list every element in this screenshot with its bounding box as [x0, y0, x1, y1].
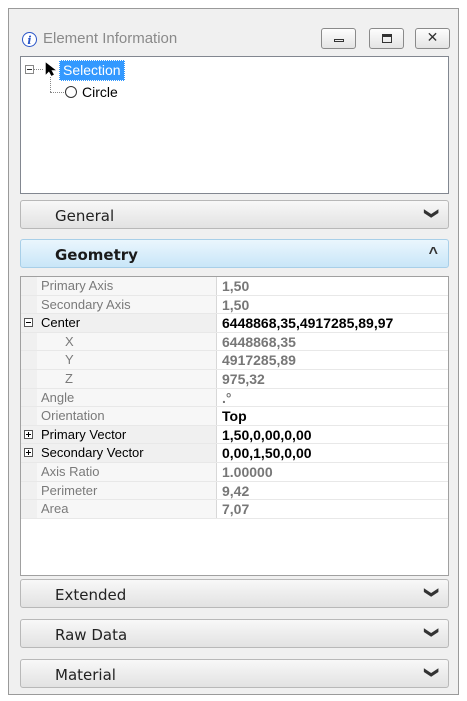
row-gutter: [21, 369, 37, 388]
property-value: 975,32: [222, 370, 265, 387]
collapse-icon[interactable]: [25, 65, 34, 74]
collapse-icon[interactable]: [24, 318, 33, 328]
property-row[interactable]: Axis Ratio 1.00000: [21, 462, 448, 482]
tree-item-circle[interactable]: Circle: [82, 84, 118, 100]
property-row[interactable]: Primary Vector 1,50,0,00,0,00: [21, 425, 448, 445]
tree-connector: [34, 69, 43, 70]
property-value: 6448868,35: [222, 333, 296, 350]
section-label: General: [55, 207, 115, 225]
property-name: Center: [37, 314, 217, 332]
minimize-icon: [334, 39, 344, 42]
property-row[interactable]: Orientation Top: [21, 407, 448, 426]
close-button[interactable]: ✕: [415, 28, 450, 49]
property-value: 7,07: [222, 501, 250, 518]
section-extended[interactable]: Extended ❯: [20, 579, 449, 608]
circle-icon: [65, 86, 77, 98]
property-name: X: [37, 332, 217, 351]
property-value: 4917285,89: [222, 352, 296, 369]
row-gutter: [21, 314, 37, 332]
row-gutter: [21, 332, 37, 351]
row-gutter: [21, 277, 37, 295]
property-name: Perimeter: [37, 481, 217, 500]
info-icon: i: [22, 32, 37, 47]
section-material[interactable]: Material ❯: [20, 659, 449, 688]
property-value: 1,50: [222, 278, 250, 294]
property-row[interactable]: Center 6448868,35,4917285,89,97: [21, 314, 448, 333]
title-bar[interactable]: i Element Information ✕: [9, 9, 458, 55]
section-label: Geometry: [55, 246, 138, 264]
property-grid: Primary Axis 1,50 Secondary Axis 1,50 Ce…: [20, 276, 449, 576]
property-name: Z: [37, 369, 217, 388]
minimize-button[interactable]: [321, 28, 356, 49]
section-label: Raw Data: [55, 626, 128, 644]
property-value: 1,50: [222, 296, 250, 313]
tree-connector: [50, 77, 51, 92]
section-label: Material: [55, 666, 116, 684]
section-general[interactable]: General ❯: [20, 200, 449, 229]
property-row[interactable]: X 6448868,35: [21, 332, 448, 352]
window-title: Element Information: [43, 30, 178, 47]
property-value: 1,50,0,00,0,00: [222, 426, 312, 443]
row-gutter: [21, 500, 37, 518]
chevron-down-icon: ❯: [424, 586, 441, 599]
row-gutter: [21, 425, 37, 444]
row-gutter: [21, 351, 37, 369]
property-name: Y: [37, 351, 217, 369]
expand-icon[interactable]: [24, 429, 33, 439]
section-raw-data[interactable]: Raw Data ❯: [20, 619, 449, 648]
property-row[interactable]: Area 7,07: [21, 500, 448, 519]
selection-tree[interactable]: Selection Circle: [20, 56, 449, 194]
row-gutter: [21, 295, 37, 314]
element-information-window: i Element Information ✕ Selection Circle…: [8, 8, 459, 695]
property-row[interactable]: Y 4917285,89: [21, 351, 448, 370]
property-row[interactable]: Primary Axis 1,50: [21, 277, 448, 296]
property-row[interactable]: Angle .°: [21, 388, 448, 408]
property-name: Axis Ratio: [37, 462, 217, 481]
chevron-down-icon: ❯: [424, 666, 441, 679]
row-gutter: [21, 388, 37, 407]
tree-item-selection[interactable]: Selection: [59, 60, 125, 81]
row-gutter: [21, 462, 37, 481]
row-gutter: [21, 407, 37, 425]
arrow-cursor-icon: [45, 62, 56, 76]
property-value: Top: [222, 408, 247, 425]
property-name: Angle: [37, 388, 217, 407]
restore-icon: [382, 34, 392, 43]
property-value: 6448868,35,4917285,89,97: [222, 315, 394, 332]
property-value: 0,00,1,50,0,00: [222, 445, 312, 462]
property-row[interactable]: Z 975,32: [21, 369, 448, 389]
chevron-down-icon: ❯: [424, 626, 441, 639]
property-row[interactable]: Secondary Vector 0,00,1,50,0,00: [21, 444, 448, 463]
property-value: 1.00000: [222, 463, 273, 480]
property-name: Secondary Vector: [37, 444, 217, 462]
section-label: Extended: [55, 586, 127, 604]
property-name: Orientation: [37, 407, 217, 425]
row-gutter: [21, 481, 37, 500]
expand-icon[interactable]: [24, 448, 33, 458]
row-gutter: [21, 444, 37, 462]
property-row[interactable]: Perimeter 9,42: [21, 481, 448, 501]
property-name: Primary Axis: [37, 277, 217, 295]
property-name: Secondary Axis: [37, 295, 217, 314]
property-name: Area: [37, 500, 217, 518]
chevron-down-icon: ❯: [424, 207, 441, 220]
restore-button[interactable]: [369, 28, 404, 49]
section-geometry[interactable]: Geometry ^: [20, 239, 449, 268]
chevron-up-icon: ^: [428, 245, 438, 262]
close-icon: ✕: [426, 30, 439, 46]
tree-connector: [50, 92, 64, 93]
property-value: 9,42: [222, 482, 250, 499]
property-row[interactable]: Secondary Axis 1,50: [21, 295, 448, 315]
property-value: .°: [222, 389, 232, 406]
property-name: Primary Vector: [37, 425, 217, 444]
